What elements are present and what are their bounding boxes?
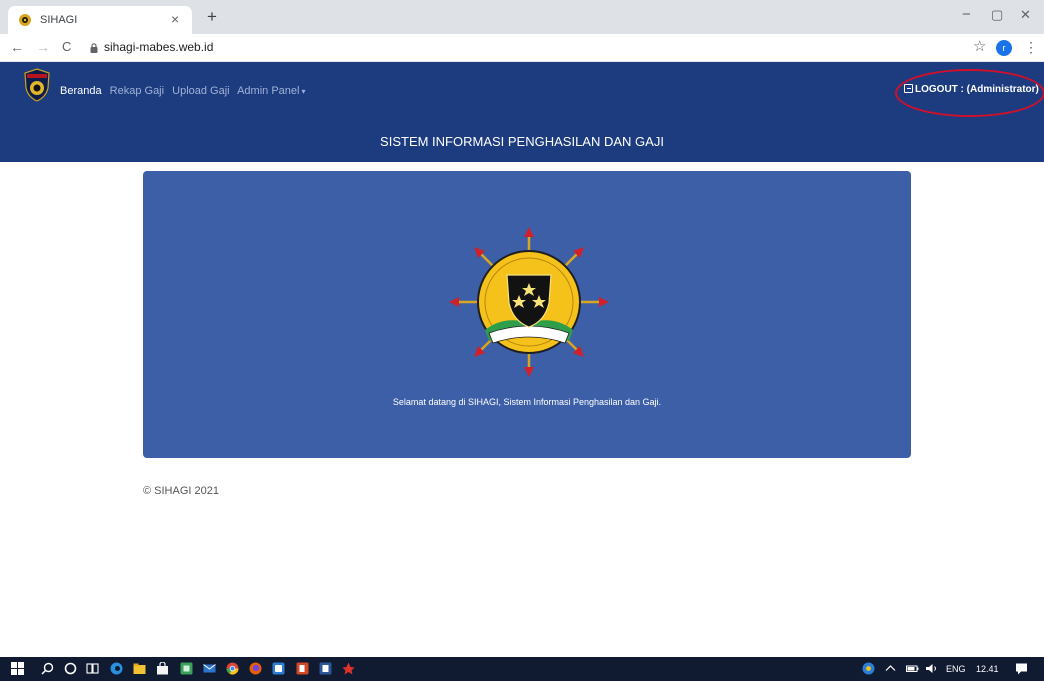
browser-menu-icon[interactable]: ⋮	[1024, 38, 1038, 56]
page-title: SISTEM INFORMASI PENGHASILAN DAN GAJI	[380, 134, 664, 149]
spreadsheet-icon[interactable]	[180, 662, 193, 675]
sihagi-favicon-icon	[19, 14, 31, 26]
windows-start-icon[interactable]	[11, 662, 24, 675]
clock[interactable]: 12.41	[976, 663, 999, 675]
admin-panel-label: Admin Panel	[237, 85, 300, 97]
nav-item-rekap-gaji[interactable]: Rekap Gaji	[110, 85, 164, 97]
search-icon[interactable]	[41, 662, 54, 675]
cortana-icon[interactable]	[64, 662, 77, 675]
task-view-icon[interactable]	[86, 662, 99, 675]
nav-item-upload-gaji[interactable]: Upload Gaji	[172, 85, 229, 97]
tab-close-icon[interactable]: ×	[171, 11, 179, 27]
tab-title: SIHAGI	[40, 14, 78, 26]
chevron-down-icon: ▾	[301, 87, 306, 96]
minimize-icon[interactable]: −	[962, 6, 971, 24]
chevron-up-icon[interactable]	[884, 662, 897, 675]
new-tab-button[interactable]: +	[207, 8, 217, 26]
mail-icon[interactable]	[203, 662, 216, 675]
pdf-icon[interactable]	[342, 662, 355, 675]
welcome-message: Selamat datang di SIHAGI, Sistem Informa…	[392, 397, 662, 407]
store-icon[interactable]	[156, 662, 169, 675]
edge-icon[interactable]	[110, 662, 123, 675]
powerpoint-icon[interactable]	[296, 662, 309, 675]
browser-toolbar: ← → C sihagi-mabes.web.id ☆ r ⋮	[0, 34, 1044, 62]
battery-icon[interactable]	[906, 662, 919, 675]
language-indicator[interactable]: ENG	[946, 663, 966, 675]
word-icon[interactable]	[319, 662, 332, 675]
back-arrow-icon[interactable]: ←	[10, 38, 24, 56]
welcome-jumbotron: Selamat datang di SIHAGI, Sistem Informa…	[143, 171, 911, 458]
nav-menu: Beranda Rekap Gaji Upload Gaji Admin Pan…	[60, 84, 310, 99]
volume-icon[interactable]	[925, 662, 938, 675]
police-shield-logo-icon[interactable]	[23, 68, 51, 102]
close-window-icon[interactable]: ✕	[1020, 6, 1031, 24]
address-bar[interactable]: sihagi-mabes.web.id	[104, 40, 213, 55]
bookmark-star-icon[interactable]: ☆	[973, 38, 986, 56]
reload-icon[interactable]: C	[62, 38, 71, 56]
nav-item-beranda[interactable]: Beranda	[60, 85, 102, 97]
app-navbar: Beranda Rekap Gaji Upload Gaji Admin Pan…	[0, 62, 1044, 162]
chrome-icon[interactable]	[226, 662, 239, 675]
notification-icon[interactable]	[1015, 662, 1028, 675]
annotation-highlight-ellipse	[895, 69, 1044, 117]
browser-tabstrip: SIHAGI × + − ▢ ✕	[0, 0, 1044, 34]
police-emblem-icon	[449, 227, 609, 377]
profile-avatar[interactable]: r	[996, 40, 1012, 56]
help-icon[interactable]	[862, 662, 875, 675]
forward-arrow-icon[interactable]: →	[36, 38, 50, 56]
lock-icon	[90, 43, 98, 53]
browser-tab[interactable]: SIHAGI ×	[8, 6, 192, 34]
app-icon[interactable]	[272, 662, 285, 675]
file-explorer-icon[interactable]	[133, 662, 146, 675]
footer-copyright: © SIHAGI 2021	[143, 485, 219, 497]
screen: SIHAGI × + − ▢ ✕ ← → C sihagi-mabes.web.…	[0, 0, 1044, 681]
firefox-icon[interactable]	[249, 662, 262, 675]
maximize-icon[interactable]: ▢	[991, 6, 1003, 24]
nav-item-admin-panel[interactable]: Admin Panel ▾	[237, 85, 305, 97]
windows-taskbar: ENG 12.41	[0, 657, 1044, 681]
